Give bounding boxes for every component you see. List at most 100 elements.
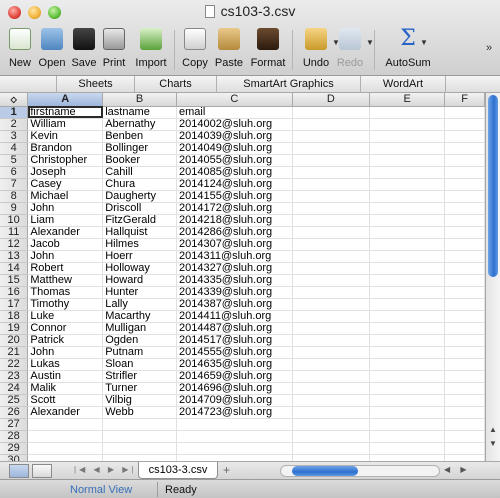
cell[interactable]: 2014327@sluh.org [176,262,293,275]
cell[interactable]: 2014002@sluh.org [176,118,293,131]
cell[interactable] [444,322,485,335]
cell[interactable] [292,154,371,167]
row-header[interactable]: 20 [0,334,29,347]
column-header[interactable]: D [292,93,371,107]
cell[interactable]: Daugherty [102,190,177,203]
cell[interactable]: Lukas [27,358,104,371]
cell[interactable] [292,430,371,443]
cell[interactable] [102,430,177,443]
sheet-tab-active[interactable]: cs103-3.csv [138,462,218,479]
cell[interactable]: 2014487@sluh.org [176,322,293,335]
cell[interactable] [444,178,485,191]
cell[interactable] [292,310,371,323]
tab-wordart[interactable]: WordArt [360,76,446,93]
cell[interactable] [369,358,446,371]
cell[interactable]: Hoerr [102,250,177,263]
cell[interactable] [292,166,371,179]
cell[interactable] [292,214,371,227]
cell[interactable]: 2014387@sluh.org [176,298,293,311]
cell[interactable]: Kevin [27,130,104,143]
cell[interactable]: 2014411@sluh.org [176,310,293,323]
cell[interactable] [27,454,104,461]
cell[interactable] [292,382,371,395]
cell[interactable] [102,418,177,431]
cell[interactable] [444,442,485,455]
cell[interactable]: Ogden [102,334,177,347]
vertical-scroll-thumb[interactable] [488,95,498,277]
redo-chevron-down-icon[interactable]: ▼ [366,38,374,47]
cell[interactable] [369,310,446,323]
format-button[interactable]: Format [248,26,288,69]
cell[interactable]: 2014307@sluh.org [176,238,293,251]
cell[interactable] [444,238,485,251]
cell[interactable] [292,442,371,455]
cell[interactable]: Turner [102,382,177,395]
cell[interactable]: lastname [102,106,177,119]
spreadsheet-grid[interactable]: ◇ A B C D E F 1 firstname lastname email 2 Wi… [0,93,485,461]
cell[interactable]: 2014517@sluh.org [176,334,293,347]
row-header[interactable]: 27 [0,418,29,431]
cell[interactable] [444,310,485,323]
row-header[interactable]: 18 [0,310,29,323]
cell[interactable]: 2014723@sluh.org [176,406,293,419]
cell[interactable]: Driscoll [102,202,177,215]
cell[interactable]: Lally [102,298,177,311]
cell[interactable]: 2014085@sluh.org [176,166,293,179]
cell[interactable] [444,190,485,203]
cell[interactable] [292,178,371,191]
row-header[interactable]: 30 [0,454,29,461]
cell[interactable]: Vilbig [102,394,177,407]
cell[interactable]: Liam [27,214,104,227]
row-header[interactable]: 7 [0,178,29,191]
cell[interactable] [292,394,371,407]
cell[interactable]: 2014635@sluh.org [176,358,293,371]
row-header[interactable]: 23 [0,370,29,383]
cell[interactable]: Chura [102,178,177,191]
cell[interactable]: 2014335@sluh.org [176,274,293,287]
row-header[interactable]: 9 [0,202,29,215]
row-header[interactable]: 21 [0,346,29,359]
cell[interactable] [292,202,371,215]
cell[interactable] [369,274,446,287]
row-header[interactable]: 19 [0,322,29,335]
cell[interactable]: Patrick [27,334,104,347]
cell[interactable]: 2014696@sluh.org [176,382,293,395]
active-cell[interactable]: firstname [27,106,104,119]
cell[interactable] [27,430,104,443]
cell[interactable]: Macarthy [102,310,177,323]
cell[interactable] [444,394,485,407]
autosum-chevron-down-icon[interactable]: ▼ [420,38,428,47]
cell[interactable] [292,118,371,131]
row-header[interactable]: 2 [0,118,29,131]
cell[interactable] [369,286,446,299]
cell[interactable]: 2014311@sluh.org [176,250,293,263]
cell[interactable]: Alexander [27,226,104,239]
cell[interactable] [444,334,485,347]
row-header[interactable]: 16 [0,286,29,299]
cell[interactable] [176,442,293,455]
cell[interactable]: Abernathy [102,118,177,131]
row-header[interactable]: 15 [0,274,29,287]
cell[interactable] [369,406,446,419]
cell[interactable]: Christopher [27,154,104,167]
cell[interactable] [444,274,485,287]
cell[interactable] [444,106,485,119]
tab-charts[interactable]: Charts [134,76,216,93]
cell[interactable] [292,106,371,119]
cell[interactable] [292,358,371,371]
cell[interactable] [369,382,446,395]
column-header[interactable]: E [369,93,446,107]
cell[interactable]: John [27,346,104,359]
cell[interactable] [292,418,371,431]
horizontal-scroll-thumb[interactable] [292,466,358,476]
cell[interactable] [292,454,371,461]
vertical-scrollbar[interactable]: ▲ ▼ [485,93,500,461]
tab-smartart-graphics[interactable]: SmartArt Graphics [216,76,360,93]
cell[interactable] [444,226,485,239]
row-header[interactable]: 28 [0,430,29,443]
column-header[interactable]: B [102,93,177,107]
toolbar-overflow-icon[interactable]: » [486,42,492,54]
scroll-down-arrow-icon[interactable]: ▼ [488,439,498,451]
cell[interactable]: Thomas [27,286,104,299]
cell[interactable] [292,262,371,275]
